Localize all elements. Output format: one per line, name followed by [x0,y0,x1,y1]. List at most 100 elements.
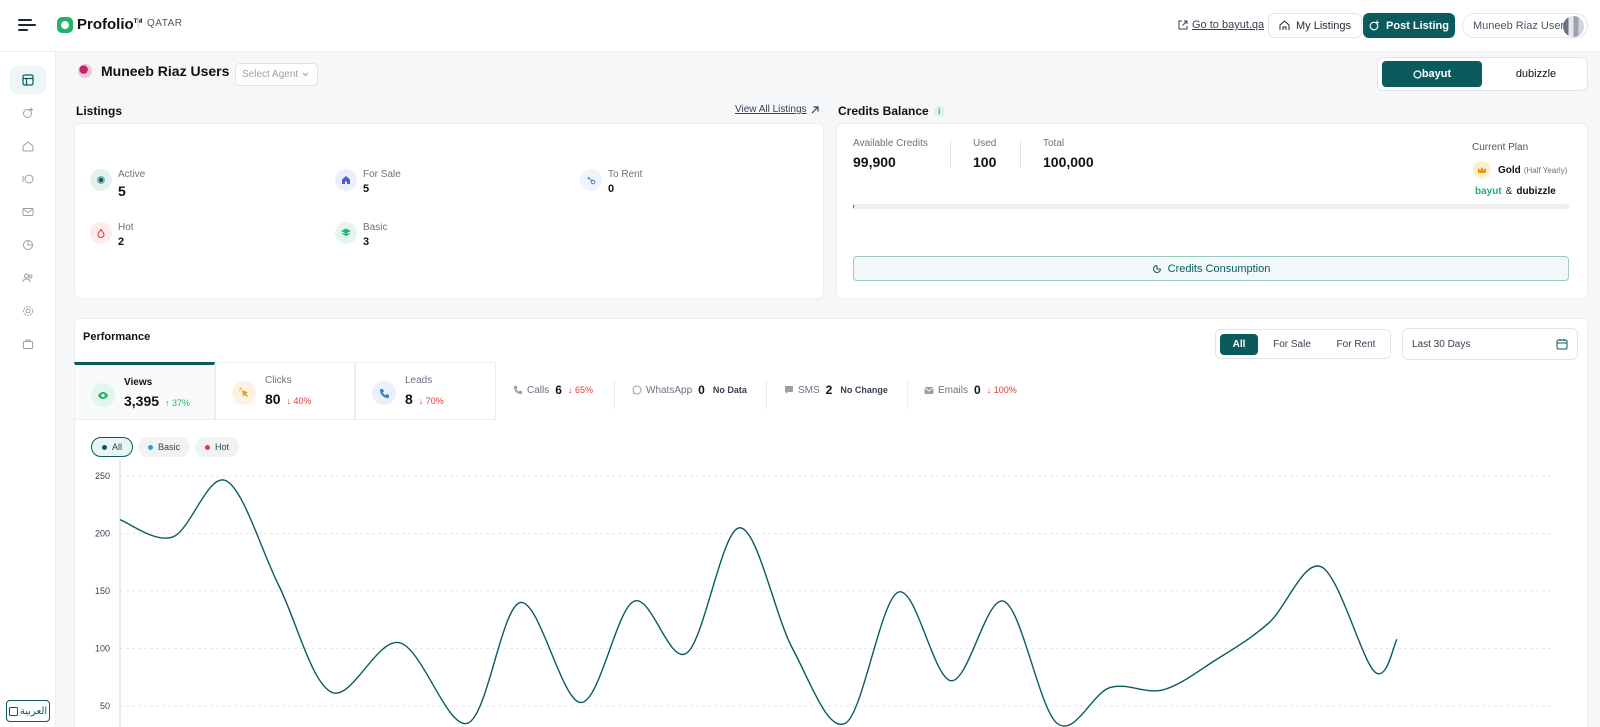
mail-icon [924,386,934,394]
metric-tab-views[interactable]: Views 3,395 ↑ 37% [74,362,215,420]
listing-stat-for-sale[interactable]: For Sale 5 [335,169,401,195]
my-listings-label: My Listings [1295,19,1352,32]
sidebar-item-analytics[interactable] [19,236,37,254]
purpose-filter: All For Sale For Rent [1215,329,1391,359]
brand-dubizzle-label: dubizzle [1515,68,1557,80]
sidebar-item-properties[interactable] [19,137,37,155]
chart-filter-basic[interactable]: Basic [138,437,191,457]
metric-delta-value: 70% [425,396,444,406]
legend-dot [102,444,107,450]
filter-for-sale-button[interactable]: For Sale [1264,334,1320,355]
agent-name: Muneeb Riaz Users [101,63,230,79]
sidebar-item-settings[interactable] [19,302,37,320]
credits-consumption-button[interactable]: Credits Consumption [853,256,1569,281]
used-credits-value: 100 [973,154,997,170]
chevron-down-icon [302,72,309,77]
app-logo[interactable]: ProfolioTM [57,16,142,33]
sidebar-item-dashboard[interactable] [10,66,46,94]
metric-label: Clicks [265,375,292,386]
user-menu[interactable]: Muneeb Riaz Users [1462,13,1588,38]
performance-title: Performance [83,331,151,343]
arrow-up-icon: ↑ [164,398,170,408]
calendar-icon [1556,339,1568,350]
listing-stat-basic[interactable]: Basic 3 [335,222,387,248]
brand-bayut-label: bayut [1421,68,1452,80]
sidebar-item-users[interactable] [19,269,37,287]
language-toggle-button[interactable]: العربية [6,700,50,722]
listing-stat-value: 2 [118,236,125,248]
whatsapp-icon [632,385,642,395]
metric-whatsapp[interactable]: WhatsApp 0 No Data [632,383,747,397]
divider [950,140,951,168]
metric-calls[interactable]: Calls 6 ↓ 65% [513,383,593,397]
y-tick-label: 50 [100,701,110,711]
logo-name: Profolio [77,16,134,33]
language-icon [8,706,18,716]
sidebar-item-messages[interactable] [19,203,37,221]
profolio-logo-icon [57,16,73,33]
view-all-listings-link[interactable]: View All Listings [735,104,819,115]
metric-delta-value: 65% [574,385,593,395]
metric-value: 0 [698,383,705,397]
chip-label: Hot [215,442,230,452]
refresh-chart-icon [1152,264,1161,273]
phone-icon [513,385,523,395]
metric-label: WhatsApp [646,384,693,396]
settings-icon [23,306,33,316]
metric-label: Views [124,377,153,388]
agency-logo-icon [78,64,92,78]
listing-stat-label: For Sale [363,169,401,180]
plan-brand-dubizzle: dubizzle [1516,186,1556,197]
leads-icon [22,174,34,184]
metric-value: 6 [555,383,562,397]
mail-icon [22,208,34,216]
filter-all-button[interactable]: All [1220,334,1258,355]
chart-filter-hot[interactable]: Hot [195,437,240,457]
menu-toggle-icon[interactable] [18,17,36,33]
select-agent-dropdown[interactable]: Select Agent [235,63,318,86]
flame-icon [90,222,112,244]
credits-balance-title: Credits Balance [838,104,929,118]
sidebar-item-jobs[interactable] [19,335,37,353]
listing-stat-active[interactable]: Active 5 [90,169,145,199]
for-sale-home-icon [335,169,357,191]
sidebar-item-leads[interactable] [19,170,37,188]
available-credits-value: 99,900 [853,154,896,170]
go-to-bayut-link[interactable]: Go to bayut.qa [1178,19,1264,31]
filter-for-rent-button[interactable]: For Rent [1326,334,1386,355]
my-listings-button[interactable]: My Listings [1268,13,1362,38]
layers-icon [335,222,357,244]
phone-icon [372,381,396,405]
metric-tab-leads[interactable]: Leads 8 ↓ 70% [355,362,496,420]
chip-label: Basic [158,442,181,452]
metric-delta: ↑ 37% [165,398,190,408]
credits-balance-heading: Credits Balance i [838,104,945,118]
avatar [1563,16,1584,37]
credits-progress-bar [853,204,1569,209]
select-agent-placeholder: Select Agent [242,69,299,80]
date-range-picker[interactable]: Last 30 Days [1402,328,1578,360]
info-icon[interactable]: i [933,105,945,117]
metric-emails[interactable]: Emails 0 ↓ 100% [924,383,1017,397]
metric-value: 80 [265,391,281,407]
y-tick-label: 100 [95,644,110,654]
home-building-icon [22,141,34,152]
chart-filter-all[interactable]: All [91,437,134,457]
views-series-line[interactable] [119,479,1398,727]
sidebar-item-add-listing[interactable] [19,104,37,122]
arrow-down-icon: ↓ [418,396,424,406]
bayut-logo-icon [1413,69,1422,79]
agent-header: Muneeb Riaz Users [78,63,229,79]
total-credits-value: 100,000 [1043,154,1094,170]
arrow-down-icon: ↓ [567,385,573,395]
metric-tab-clicks[interactable]: Clicks 80 ↓ 40% [215,362,355,420]
brand-tab-bayut[interactable]: bayut [1382,61,1482,87]
listing-stat-hot[interactable]: Hot 2 [90,222,134,248]
listing-stat-to-rent[interactable]: To Rent 0 [580,169,642,195]
post-listing-button[interactable]: Post Listing [1363,13,1455,38]
metric-sms[interactable]: SMS 2 No Change [784,383,888,397]
divider [614,381,615,409]
crown-icon [1473,161,1491,179]
brand-tab-dubizzle[interactable]: dubizzle [1486,61,1586,87]
top-bar: ProfolioTM QATAR Go to bayut.qa My Listi… [0,0,1600,52]
